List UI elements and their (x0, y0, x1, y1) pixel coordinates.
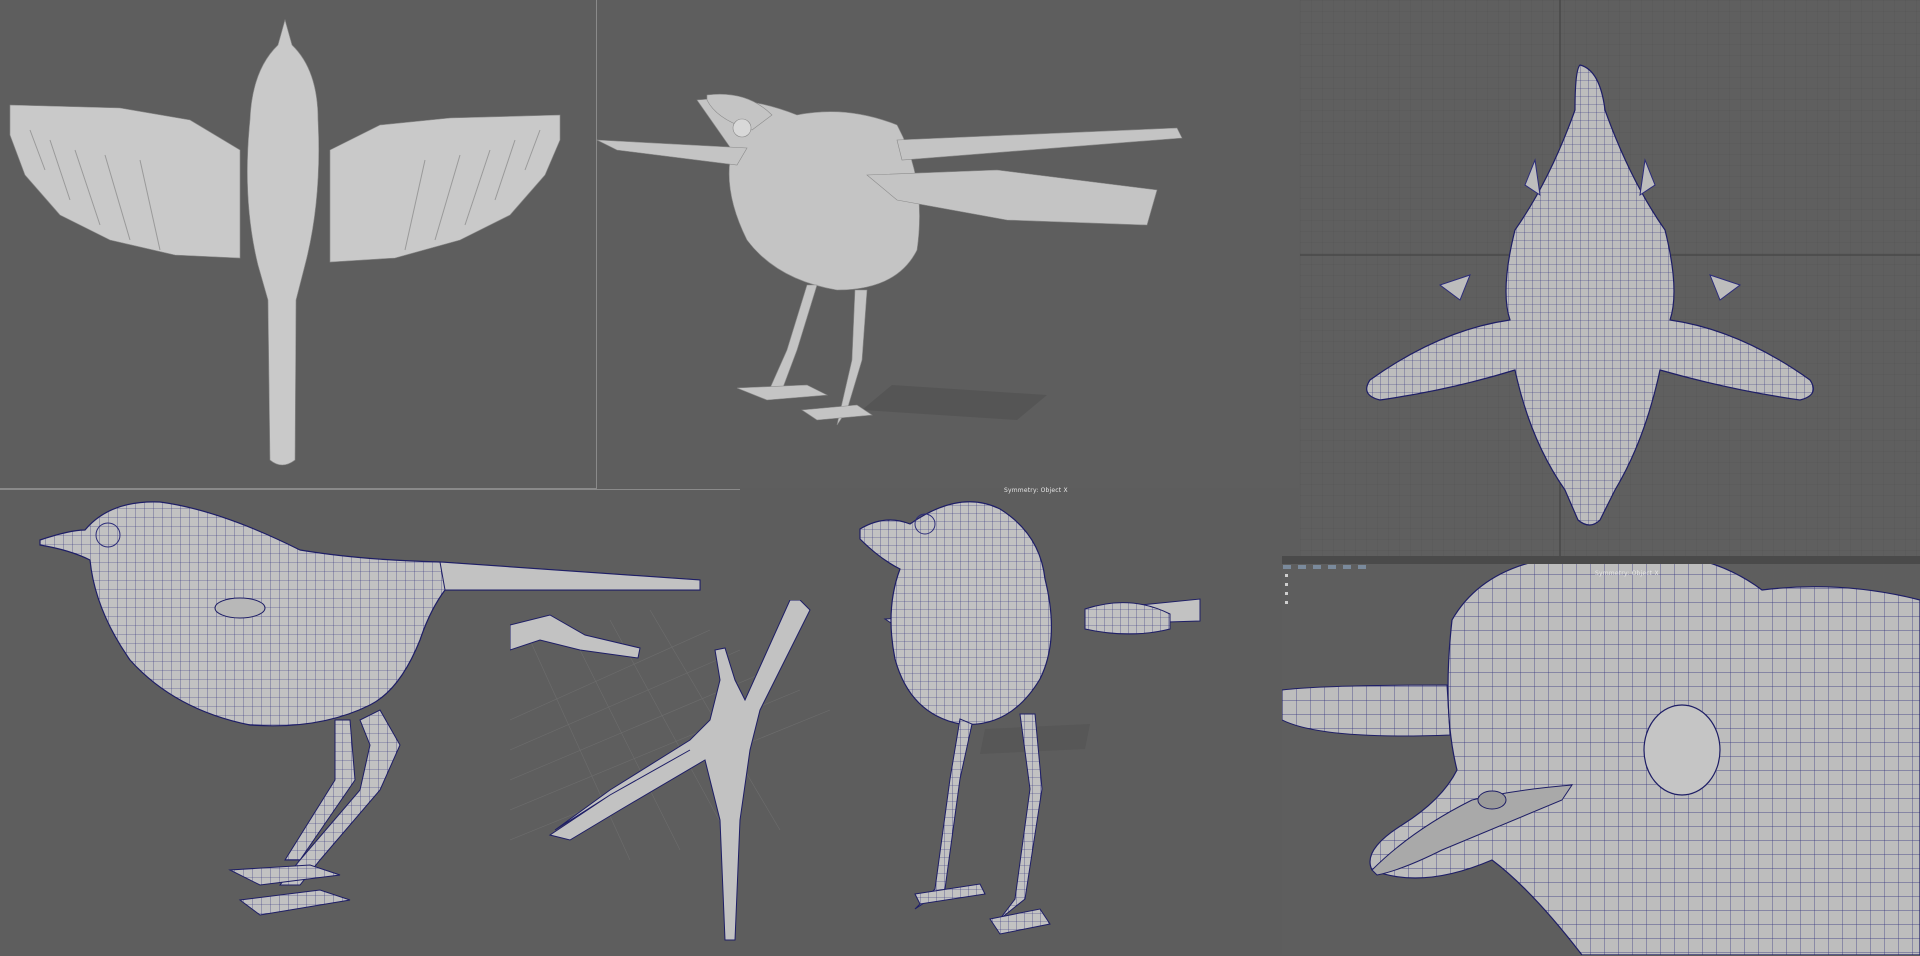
viewport-perspective-shaded[interactable] (597, 0, 1299, 488)
marker-dot (1285, 574, 1288, 577)
viewport-head-closeup[interactable] (1282, 560, 1920, 955)
bird-perspective-shaded-mesh (597, 93, 1183, 426)
tool-icon[interactable] (1313, 565, 1322, 569)
marker-dot (1285, 601, 1288, 604)
symmetry-hud-label: Symmetry: Object X (1595, 570, 1659, 577)
viewport-foot-closeup[interactable] (510, 600, 840, 955)
tool-icon[interactable] (1358, 565, 1367, 569)
bird-foot-wireframe-mesh (510, 600, 831, 941)
tool-icon[interactable] (1328, 565, 1337, 569)
viewport-top-wireframe[interactable] (1300, 0, 1920, 558)
side-marker-strip (1285, 574, 1288, 610)
bird-front-wireframe-mesh (859, 501, 1201, 935)
symmetry-hud-label: Symmetry: Object X (1004, 487, 1068, 494)
bird-top-wireframe-mesh (1300, 0, 1920, 558)
bird-head-wireframe-mesh (1282, 560, 1920, 955)
tool-icon[interactable] (1298, 565, 1307, 569)
marker-dot (1285, 583, 1288, 586)
marker-dot (1285, 592, 1288, 595)
bird-top-shaded-mesh (9, 18, 561, 466)
tool-icon[interactable] (1283, 565, 1291, 569)
tool-icon[interactable] (1343, 565, 1352, 569)
viewport-toolbar[interactable] (1282, 556, 1920, 569)
viewport-top-shaded[interactable] (0, 0, 597, 489)
viewport-front-wireframe[interactable] (840, 489, 1290, 955)
